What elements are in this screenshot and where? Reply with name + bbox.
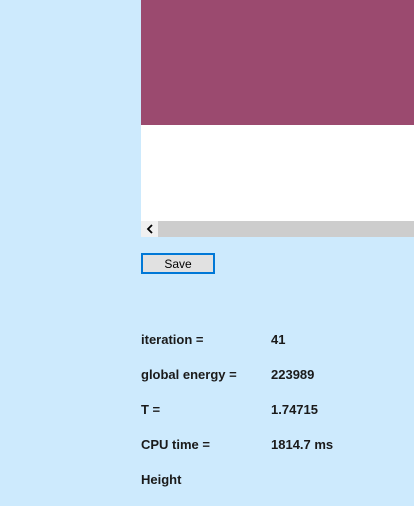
chevron-left-icon bbox=[146, 224, 153, 234]
global-energy-label: global energy = bbox=[141, 367, 237, 382]
cpu-time-label: CPU time = bbox=[141, 437, 210, 452]
global-energy-value: 223989 bbox=[271, 367, 315, 382]
render-panel bbox=[141, 0, 414, 237]
scroll-left-button[interactable] bbox=[141, 221, 158, 237]
iteration-value: 41 bbox=[271, 332, 286, 347]
iteration-label: iteration = bbox=[141, 332, 204, 347]
horizontal-scrollbar[interactable] bbox=[141, 221, 414, 237]
temperature-value: 1.74715 bbox=[271, 402, 318, 417]
cpu-time-value: 1814.7 ms bbox=[271, 437, 334, 452]
save-button[interactable]: Save bbox=[141, 253, 215, 274]
scrollbar-thumb[interactable] bbox=[158, 221, 414, 237]
temperature-label: T = bbox=[141, 402, 161, 417]
height-label: Height bbox=[141, 472, 182, 487]
rendered-image bbox=[141, 0, 414, 125]
